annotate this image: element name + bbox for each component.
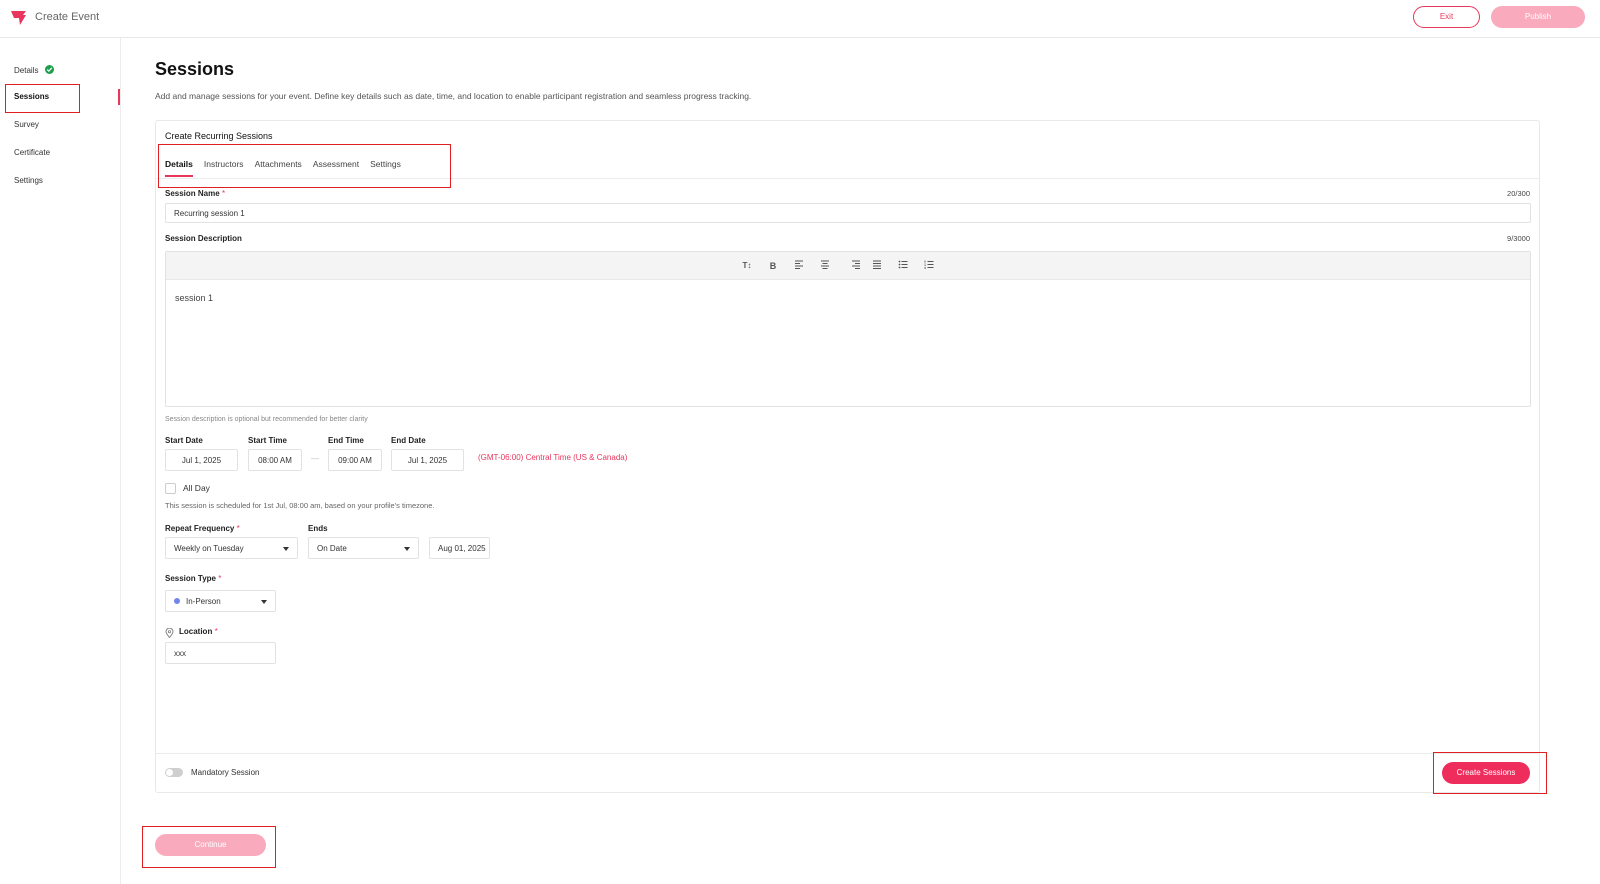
description-hint: Session description is optional but reco… (165, 416, 368, 423)
bold-icon[interactable]: B (767, 260, 779, 272)
sidebar-item-label: Details (14, 66, 39, 75)
align-center-icon[interactable] (819, 260, 831, 272)
sidebar-item-label: Sessions (14, 92, 50, 101)
tab-settings[interactable]: Settings (370, 159, 401, 177)
tab-details[interactable]: Details (165, 159, 193, 177)
card-title: Create Recurring Sessions (165, 131, 273, 141)
end-date-label: End Date (391, 436, 426, 445)
select-value: In-Person (186, 596, 221, 606)
location-input[interactable]: xxx (165, 642, 276, 664)
label-text: Session Type (165, 574, 216, 583)
publish-button[interactable]: Publish (1491, 6, 1585, 28)
sidebar-item-settings[interactable]: Settings (14, 176, 43, 185)
create-sessions-button[interactable]: Create Sessions (1442, 762, 1530, 784)
sidebar-item-certificate[interactable]: Certificate (14, 148, 50, 157)
required-marker: * (214, 627, 218, 636)
label-text: Repeat Frequency (165, 524, 235, 533)
sidebar-item-label: Certificate (14, 148, 51, 157)
start-date-label: Start Date (165, 436, 203, 445)
page-title: Sessions (155, 59, 235, 79)
required-marker: * (221, 189, 226, 198)
tab-instructors[interactable]: Instructors (204, 159, 244, 177)
text-size-icon[interactable]: T↕ (741, 260, 753, 272)
schedule-note: This session is scheduled for 1st Jul, 0… (165, 501, 435, 510)
editor-toolbar: T↕ B (166, 252, 1530, 280)
top-bar: Create Event Exit Publish (0, 0, 1600, 38)
session-type-dot (174, 598, 180, 604)
numbered-list-icon[interactable] (923, 260, 935, 272)
active-indicator (118, 89, 120, 105)
session-description-label: Session Description (165, 234, 242, 243)
start-date-input[interactable]: Jul 1, 2025 (165, 449, 238, 471)
required-marker: * (236, 524, 240, 533)
align-left-icon[interactable] (793, 260, 805, 272)
tab-bar: Details Instructors Attachments Assessme… (165, 159, 412, 177)
recurring-sessions-card: Create Recurring Sessions Details Instru… (155, 120, 1540, 793)
tab-attachments[interactable]: Attachments (255, 159, 302, 177)
ends-select[interactable]: On Date (308, 537, 419, 559)
session-name-input[interactable]: Recurring session 1 (165, 203, 1531, 223)
end-time-input[interactable]: 09:00 AM (328, 449, 382, 471)
align-justify-icon[interactable] (871, 260, 883, 272)
location-pin-icon (165, 628, 174, 638)
timezone-link[interactable]: (GMT-06:00) Central Time (US & Canada) (478, 453, 627, 462)
mandatory-label: Mandatory Session (191, 768, 260, 777)
sidebar-item-label: Settings (14, 176, 43, 185)
page-description: Add and manage sessions for your event. … (155, 91, 752, 101)
session-type-select[interactable]: In-Person (165, 590, 276, 612)
label-text: Location (179, 627, 213, 636)
select-value: On Date (317, 543, 347, 553)
sidebar-item-survey[interactable]: Survey (14, 120, 39, 129)
ends-date-input[interactable]: Aug 01, 2025 (429, 537, 490, 559)
session-type-label: Session Type * (165, 574, 221, 583)
session-description-counter: 9/3000 (1507, 234, 1530, 243)
repeat-frequency-label: Repeat Frequency * (165, 524, 240, 533)
sidebar-item-details[interactable]: Details (14, 65, 54, 75)
divider (156, 753, 1539, 754)
location-label: Location * (179, 627, 218, 636)
session-name-counter: 20/300 (1507, 189, 1530, 198)
caret-down-icon (283, 547, 289, 551)
all-day-checkbox[interactable] (165, 483, 176, 494)
select-value: Weekly on Tuesday (174, 543, 244, 553)
bullet-list-icon[interactable] (897, 260, 909, 272)
app-logo-icon (11, 11, 26, 25)
sidebar: Details Sessions Survey Certificate Sett… (0, 38, 121, 884)
ends-label: Ends (308, 524, 328, 533)
repeat-frequency-select[interactable]: Weekly on Tuesday (165, 537, 298, 559)
continue-button[interactable]: Continue (155, 834, 266, 856)
all-day-label: All Day (183, 483, 210, 493)
divider (156, 178, 1539, 179)
mandatory-toggle[interactable] (165, 768, 183, 777)
align-right-icon[interactable] (850, 260, 862, 272)
description-text: session 1 (175, 293, 214, 303)
caret-down-icon (261, 600, 267, 604)
label-text: Session Name (165, 189, 220, 198)
caret-down-icon (404, 547, 410, 551)
app-title: Create Event (35, 11, 100, 23)
time-separator: — (311, 454, 319, 463)
start-time-input[interactable]: 08:00 AM (248, 449, 302, 471)
required-marker: * (218, 574, 222, 583)
session-name-label: Session Name * (165, 189, 225, 198)
start-time-label: Start Time (248, 436, 287, 445)
description-editor[interactable]: T↕ B session 1 (165, 251, 1531, 407)
end-time-label: End Time (328, 436, 364, 445)
check-circle-icon (44, 65, 54, 74)
tab-assessment[interactable]: Assessment (313, 159, 359, 177)
sidebar-item-sessions[interactable]: Sessions (14, 92, 49, 101)
exit-button[interactable]: Exit (1413, 6, 1480, 28)
sidebar-item-label: Survey (14, 120, 39, 129)
end-date-input[interactable]: Jul 1, 2025 (391, 449, 464, 471)
